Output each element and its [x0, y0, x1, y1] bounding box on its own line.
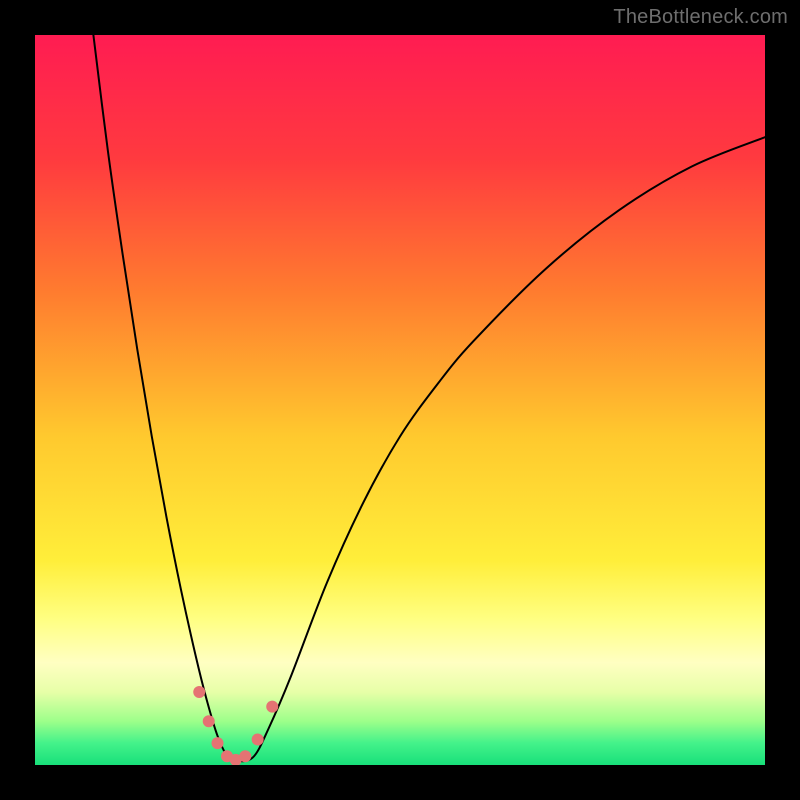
marker-point [239, 750, 251, 762]
marker-point [266, 701, 278, 713]
marker-point [193, 686, 205, 698]
watermark-text: TheBottleneck.com [613, 6, 788, 29]
plot-area [35, 35, 765, 765]
marker-point [203, 715, 215, 727]
chart-frame: TheBottleneck.com [0, 0, 800, 800]
gradient-background [35, 35, 765, 765]
marker-point [252, 733, 264, 745]
marker-point [212, 737, 224, 749]
chart-svg [35, 35, 765, 765]
